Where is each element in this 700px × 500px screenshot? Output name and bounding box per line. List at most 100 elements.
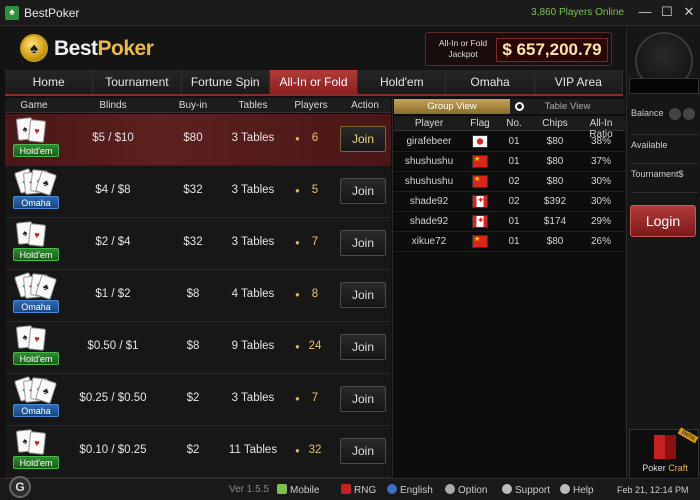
join-button[interactable]: Join [340, 230, 386, 256]
player-cell-ratio: 38% [590, 136, 611, 147]
tournament-dollar-label: Tournament$ [631, 169, 684, 179]
table-row[interactable]: ♠♥♦♣Omaha$0.25 / $0.50$23 Tables●7Join [5, 374, 391, 426]
group-view-tab[interactable]: Group View [394, 99, 510, 114]
jackpot-value: $ 657,200.79 [496, 38, 608, 62]
logo-best: Best [54, 37, 98, 60]
person-icon: ● [295, 342, 300, 351]
rng-link[interactable]: RNG [341, 484, 376, 496]
tab-vip-area[interactable]: VIP Area [534, 70, 623, 94]
join-button[interactable]: Join [340, 282, 386, 308]
account-panel: Balance Available Tournament$ Login Beta… [626, 26, 700, 500]
window-title: BestPoker [24, 6, 80, 20]
flag-jp-icon [472, 135, 488, 148]
table-row[interactable]: ♠♥♦♣Omaha$4 / $8$323 Tables●5Join [5, 166, 391, 218]
jackpot-label: All-In or Fold Jackpot [438, 38, 488, 59]
flag-cn-icon: ★ [472, 235, 488, 248]
jackpot-display: All-In or Fold Jackpot $ 657,200.79 [425, 32, 612, 66]
close-button[interactable]: ✕ [680, 3, 698, 21]
table-view-tab[interactable]: Table View [510, 99, 625, 114]
help-button[interactable]: Help [560, 484, 594, 496]
help-label: Help [573, 485, 594, 496]
column-header-game[interactable]: Game [5, 100, 63, 111]
table-view-label: Table View [544, 101, 591, 112]
player-row[interactable]: shushushu 01 $80 37% ★ [394, 152, 625, 172]
dice-icon [341, 484, 351, 494]
player-cell-player: girafebeer [406, 136, 452, 147]
table-row[interactable]: ♠♥♦♣Omaha$1 / $2$84 Tables●8Join [5, 270, 391, 322]
player-cell-player: shushushu [404, 156, 454, 167]
mobile-label: Mobile [290, 485, 320, 496]
eye-icon[interactable] [683, 108, 695, 120]
join-button[interactable]: Join [340, 126, 386, 152]
refresh-icon[interactable] [669, 108, 681, 120]
table-row[interactable]: ♠ ♥ Hold'em $2 / $4 $32 3 Tables ● 7 Join [5, 218, 391, 270]
card-icon: ♥ [27, 223, 47, 247]
tab-omaha[interactable]: Omaha [446, 70, 535, 94]
join-button[interactable]: Join [340, 334, 386, 360]
person-icon: ● [295, 394, 300, 403]
players-online-count: 3,860 Players Online [531, 7, 624, 18]
cell-buyin: $8 [186, 288, 200, 300]
player-row[interactable]: shade92 02 $392 30% ✦ [394, 192, 625, 212]
player-cell-chips: $80 [546, 156, 564, 167]
player-column-no-[interactable]: No. [496, 118, 532, 129]
maximize-button[interactable]: ☐ [658, 3, 676, 21]
radio-icon [515, 102, 524, 111]
support-button[interactable]: Support [502, 484, 550, 496]
table-row[interactable]: ♠ ♥ Hold'em $0.10 / $0.25 $2 11 Tables ● 32 Join [5, 426, 391, 478]
cell-buyin: $8 [186, 340, 200, 352]
player-row[interactable]: shushushu 02 $80 30% ★ [394, 172, 625, 192]
pokercraft-poker: Poker [642, 463, 666, 473]
cell-players: 7 [311, 392, 319, 404]
tab-fortune-spin[interactable]: Fortune Spin [181, 70, 270, 94]
pokercraft-cube-icon [654, 435, 676, 459]
app-icon: ♠ [5, 6, 19, 20]
minimize-button[interactable]: — [636, 3, 654, 21]
pokercraft-craft: Craft [668, 463, 688, 473]
help-icon [560, 484, 570, 494]
join-button[interactable]: Join [340, 438, 386, 464]
tab-all-in-or-fold[interactable]: All-In or Fold [269, 70, 359, 94]
lobby-rows: ♠♥Hold'em$5 / $10$803 Tables●6Join♠♥♦♣Om… [5, 114, 391, 478]
option-button[interactable]: Option [445, 484, 487, 496]
column-header-buy-in[interactable]: Buy-in [163, 100, 223, 111]
column-header-players[interactable]: Players [283, 100, 339, 111]
lobby-column-headers: Game Blinds Buy-in Tables Players Action [5, 98, 391, 113]
cell-players: 24 [308, 340, 322, 352]
column-header-action[interactable]: Action [339, 100, 391, 111]
column-header-tables[interactable]: Tables [223, 100, 283, 111]
mobile-link[interactable]: Mobile [277, 484, 319, 496]
player-cell-no: 01 [508, 236, 520, 247]
globe-icon [387, 484, 397, 494]
tournament-divider [631, 192, 697, 193]
tab-home[interactable]: Home [5, 70, 94, 94]
player-cell-no: 01 [508, 156, 520, 167]
ggnetwork-logo-icon: G [9, 476, 31, 498]
login-button[interactable]: Login [630, 205, 696, 237]
cell-players: 32 [308, 444, 322, 456]
column-header-blinds[interactable]: Blinds [63, 100, 163, 111]
join-button[interactable]: Join [340, 178, 386, 204]
star-icon: ★ [474, 236, 481, 243]
table-row[interactable]: ♠ ♥ Hold'em $5 / $10 $80 3 Tables ● 6 Join [5, 114, 391, 166]
card-icon: ♥ [27, 327, 47, 351]
language-selector[interactable]: English [387, 484, 433, 496]
tab-tournament[interactable]: Tournament [93, 70, 182, 94]
player-row[interactable]: xikue72 01 $80 26% ★ [394, 232, 625, 252]
tab-hold-em[interactable]: Hold'em [358, 70, 447, 94]
player-column-chips[interactable]: Chips [532, 118, 578, 129]
person-icon: ● [295, 134, 300, 143]
player-column-player[interactable]: Player [394, 118, 464, 129]
table-row[interactable]: ♠ ♥ Hold'em $0.50 / $1 $8 9 Tables ● 24 Join [5, 322, 391, 374]
flag-ca-icon: ✦ [472, 195, 488, 208]
cell-buyin: $32 [183, 184, 203, 196]
cell-players: 8 [311, 288, 319, 300]
join-button[interactable]: Join [340, 386, 386, 412]
player-row[interactable]: girafebeer 01 $80 38% [394, 132, 625, 152]
cell-tables: 9 Tables [231, 340, 275, 352]
pokercraft-button[interactable]: Beta Poker Craft [629, 427, 699, 479]
player-cell-no: 01 [508, 216, 520, 227]
player-column-flag[interactable]: Flag [464, 118, 496, 129]
balance-label: Balance [631, 108, 664, 118]
player-row[interactable]: shade92 01 $174 29% ✦ [394, 212, 625, 232]
